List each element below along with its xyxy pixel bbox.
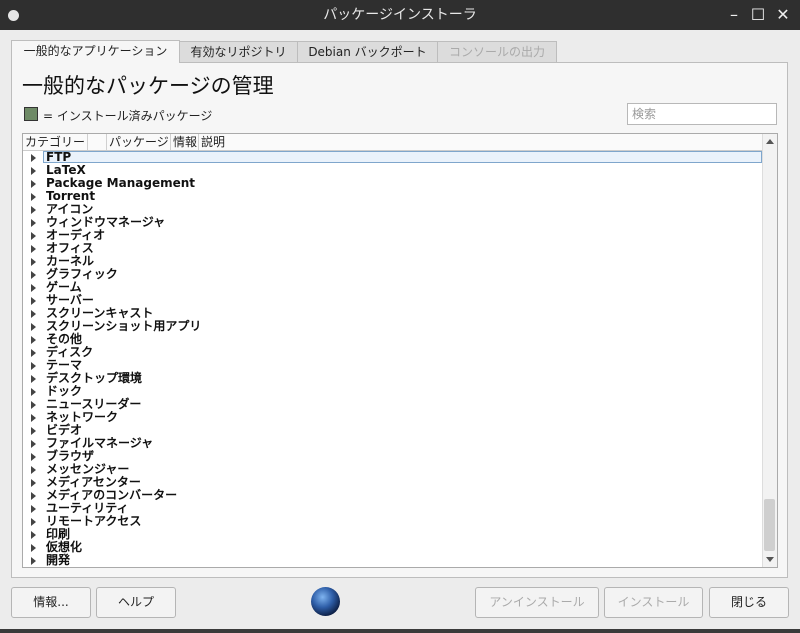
column-header-info[interactable]: 情報 [171, 134, 199, 150]
expand-arrow-icon[interactable] [31, 466, 36, 474]
taskbar-edge [0, 629, 800, 633]
category-row[interactable]: オフィス [23, 242, 764, 255]
category-row[interactable]: Torrent [23, 190, 764, 203]
expand-arrow-icon[interactable] [31, 258, 36, 266]
close-icon[interactable]: ✕ [773, 5, 793, 25]
window-title: パッケージインストーラ [323, 7, 477, 23]
expand-arrow-icon[interactable] [31, 167, 36, 175]
install-button[interactable]: インストール [604, 587, 703, 618]
tab-debian-backports[interactable]: Debian バックポート [297, 41, 438, 62]
expand-arrow-icon[interactable] [31, 284, 36, 292]
expand-arrow-icon[interactable] [31, 154, 36, 162]
column-header-status[interactable] [88, 134, 107, 150]
category-row[interactable]: 仮想化 [23, 541, 764, 554]
category-row[interactable]: ゲーム [23, 281, 764, 294]
category-row[interactable]: ニュースリーダー [23, 398, 764, 411]
category-row[interactable]: 開発 [23, 554, 764, 567]
category-row[interactable]: 印刷 [23, 528, 764, 541]
tab-repositories[interactable]: 有効なリポジトリ [179, 41, 298, 62]
category-row[interactable]: カーネル [23, 255, 764, 268]
column-header-package[interactable]: パッケージ [107, 134, 171, 150]
expand-arrow-icon[interactable] [31, 401, 36, 409]
category-row[interactable]: その他 [23, 333, 764, 346]
expand-arrow-icon[interactable] [31, 349, 36, 357]
category-row[interactable]: ファイルマネージャ [23, 437, 764, 450]
expand-arrow-icon[interactable] [31, 245, 36, 253]
expand-arrow-icon[interactable] [31, 180, 36, 188]
expand-arrow-icon[interactable] [31, 518, 36, 526]
expand-arrow-icon[interactable] [31, 219, 36, 227]
expand-arrow-icon[interactable] [31, 362, 36, 370]
expand-arrow-icon[interactable] [31, 375, 36, 383]
minimize-icon[interactable]: – [724, 5, 744, 25]
tab-console-output[interactable]: コンソールの出力 [437, 41, 557, 62]
expand-arrow-icon[interactable] [31, 336, 36, 344]
expand-arrow-icon[interactable] [31, 557, 36, 565]
tree-header: カテゴリー パッケージ 情報 説明 [23, 134, 764, 151]
expand-arrow-icon[interactable] [31, 414, 36, 422]
expand-arrow-icon[interactable] [31, 440, 36, 448]
expand-arrow-icon[interactable] [31, 271, 36, 279]
column-header-description[interactable]: 説明 [199, 134, 764, 150]
category-label: 開発 [46, 553, 71, 567]
selection-highlight [43, 151, 762, 163]
expand-arrow-icon[interactable] [31, 427, 36, 435]
expand-arrow-icon[interactable] [31, 479, 36, 487]
expand-arrow-icon[interactable] [31, 505, 36, 513]
expand-arrow-icon[interactable] [31, 388, 36, 396]
maximize-icon[interactable]: ☐ [748, 5, 768, 25]
help-button[interactable]: ヘルプ [96, 587, 176, 618]
tab-general-apps[interactable]: 一般的なアプリケーション [11, 40, 180, 63]
expand-arrow-icon[interactable] [31, 310, 36, 318]
expand-arrow-icon[interactable] [31, 544, 36, 552]
scroll-up-icon[interactable] [766, 139, 774, 144]
expand-arrow-icon[interactable] [31, 323, 36, 331]
column-header-category[interactable]: カテゴリー [23, 134, 88, 150]
tree-rows: FTP LaTeX Package Management Torrent アイコン ウィン… [23, 151, 764, 567]
installed-legend-label: = インストール済みパッケージ [43, 109, 213, 123]
category-row[interactable]: FTP [23, 151, 764, 164]
category-row[interactable]: ウィンドウマネージャ [23, 216, 764, 229]
info-button[interactable]: 情報... [11, 587, 91, 618]
category-row[interactable]: オーディオ [23, 229, 764, 242]
category-row[interactable]: ネットワーク [23, 411, 764, 424]
category-row[interactable]: ブラウザ [23, 450, 764, 463]
vertical-scrollbar[interactable] [762, 134, 777, 567]
category-row[interactable]: メディアのコンバーター [23, 489, 764, 502]
category-row[interactable]: ディスク [23, 346, 764, 359]
category-row[interactable]: スクリーンショット用アプリ [23, 320, 764, 333]
category-row[interactable]: グラフィック [23, 268, 764, 281]
category-row[interactable]: Package Management [23, 177, 764, 190]
expand-arrow-icon[interactable] [31, 453, 36, 461]
expand-arrow-icon[interactable] [31, 492, 36, 500]
package-tree[interactable]: カテゴリー パッケージ 情報 説明 FTP LaTeX Package Manage… [22, 133, 778, 568]
close-button[interactable]: 閉じる [709, 587, 789, 618]
category-row[interactable]: リモートアクセス [23, 515, 764, 528]
search-input[interactable] [627, 103, 777, 125]
uninstall-button[interactable]: アンインストール [475, 587, 599, 618]
category-row[interactable]: デスクトップ環境 [23, 372, 764, 385]
expand-arrow-icon[interactable] [31, 531, 36, 539]
title-bar: パッケージインストーラ – ☐ ✕ [0, 0, 800, 30]
installed-color-swatch [24, 107, 38, 121]
scroll-down-icon[interactable] [766, 557, 774, 562]
expand-arrow-icon[interactable] [31, 297, 36, 305]
scrollbar-thumb[interactable] [764, 499, 775, 551]
page-title: 一般的なパッケージの管理 [22, 74, 274, 98]
globe-icon [311, 587, 340, 616]
expand-arrow-icon[interactable] [31, 232, 36, 240]
expand-arrow-icon[interactable] [31, 206, 36, 214]
expand-arrow-icon[interactable] [31, 193, 36, 201]
